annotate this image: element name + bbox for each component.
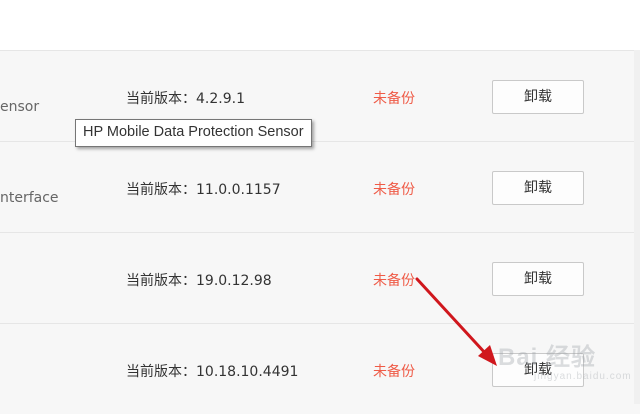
backup-status: 未备份	[373, 364, 415, 380]
uninstall-button[interactable]: 卸载	[492, 171, 584, 205]
backup-status: 未备份	[373, 182, 415, 198]
uninstall-button[interactable]: 卸载	[492, 262, 584, 296]
top-bar	[0, 0, 640, 50]
backup-status: 未备份	[373, 273, 415, 289]
version-text: 当前版本：4.2.9.1	[126, 91, 245, 107]
version-text: 当前版本：11.0.0.1157	[126, 182, 281, 198]
version-text: 当前版本：19.0.12.98	[126, 273, 272, 289]
tooltip: HP Mobile Data Protection Sensor	[75, 119, 312, 147]
software-name: nterface	[0, 190, 59, 206]
scrollbar[interactable]	[634, 50, 640, 404]
version-text: 当前版本：10.18.10.4491	[126, 364, 299, 380]
software-row: 当前版本：10.18.10.4491 未备份 卸载	[0, 323, 640, 414]
software-row: 当前版本：19.0.12.98 未备份 卸载	[0, 232, 640, 323]
software-name: ensor	[0, 99, 40, 115]
uninstall-button[interactable]: 卸载	[492, 353, 584, 387]
uninstall-button[interactable]: 卸载	[492, 80, 584, 114]
software-row: nterface 当前版本：11.0.0.1157 未备份 卸载	[0, 141, 640, 232]
backup-status: 未备份	[373, 91, 415, 107]
